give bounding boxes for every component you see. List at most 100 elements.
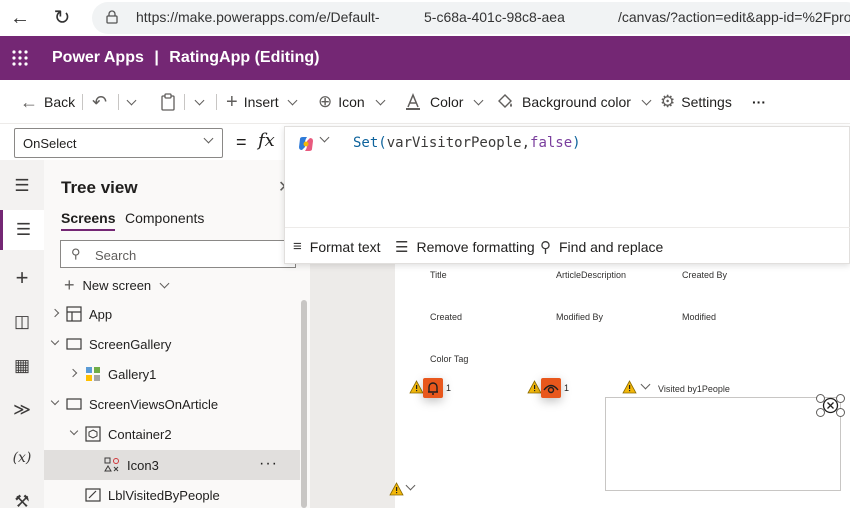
visited-by-label: Visited by1People [658,384,730,394]
background-color-button[interactable]: Background color [496,80,652,124]
chevron-down-icon [474,95,484,105]
paste-dropdown[interactable] [194,80,205,124]
app-header: Power Apps | RatingApp (Editing) [0,36,850,80]
find-replace-button[interactable]: ⚲ Find and replace [540,238,663,256]
tree-node-app[interactable]: App [44,299,300,329]
new-screen-label: New screen [82,278,152,293]
insert-button[interactable]: + Insert [226,80,298,124]
tree-node-screengallery[interactable]: ScreenGallery [44,329,300,359]
format-text-label: Format text [309,238,381,255]
screen-icon [66,398,82,410]
font-color-icon [406,93,420,110]
back-button[interactable]: ← Back [20,80,75,124]
chevron-right-icon[interactable] [68,368,78,378]
chevron-down-icon [159,278,170,289]
icon-control-icon [104,457,119,472]
media-icon[interactable]: ▦ [0,346,44,386]
container-icon [85,426,101,442]
field-label: Modified [682,312,717,322]
tree-node-lblvisitedbypeople[interactable]: LblVisitedByPeople [44,480,300,510]
warning-icon[interactable] [622,380,637,394]
tree-node-label: Icon3 [127,458,159,473]
copilot-icon[interactable] [297,135,315,153]
chevron-down-icon [641,95,652,105]
chevron-right-icon[interactable] [50,308,60,318]
format-text-button[interactable]: ≡ Format text [293,238,381,255]
property-value: OnSelect [23,136,77,151]
tree-node-label: App [89,307,113,322]
view-eye-icon[interactable] [541,378,561,398]
fx-icon[interactable]: fx [258,130,275,151]
screen-icon [66,338,82,350]
icon-button[interactable]: ⊕ Icon [318,80,386,124]
count-label: 1 [564,383,570,393]
tree-node-icon3[interactable]: Icon3 ··· [44,450,300,480]
format-lines-icon: ≡ [293,238,302,255]
tree-node-label: Gallery1 [108,367,157,382]
remove-formatting-label: Remove formatting [416,239,535,255]
undo-button[interactable]: ↶ [92,80,113,124]
app-launcher-icon[interactable] [12,50,28,66]
field-label: Color Tag [430,354,469,364]
field-label: Created By [682,270,728,280]
color-label: Color [430,94,464,110]
address-bar[interactable]: https://make.powerapps.com/e/Default- 5-… [92,2,850,34]
variables-icon[interactable]: (x) [0,438,44,478]
app-title: Power Apps | RatingApp (Editing) [52,49,319,67]
more-label: ··· [752,94,766,110]
remove-formatting-button[interactable]: ☰ Remove formatting [395,238,535,256]
code-value: false [530,135,573,151]
popup-container[interactable] [605,397,841,491]
insert-label: Insert [243,94,279,110]
url-text-middle: 5-c68a-401c-98c8-aea [424,9,565,25]
power-automate-icon[interactable]: ≫ [0,390,44,430]
chevron-down-icon [126,95,137,105]
browser-back-icon[interactable]: ← [8,6,32,30]
gallery-icon [86,367,100,381]
label-icon [85,488,101,502]
divider [184,94,185,110]
paste-button[interactable] [160,80,176,124]
color-button[interactable]: Color [404,80,484,124]
chevron-down-icon[interactable] [319,132,330,143]
field-label: Modified By [556,312,604,322]
lock-icon [106,10,118,24]
tree-node-gallery1[interactable]: Gallery1 [44,359,300,389]
tree-node-label: ScreenViewsOnArticle [89,397,219,412]
close-circle-icon[interactable] [822,397,839,414]
field-label: Created [430,312,463,322]
chevron-down-icon [375,95,386,105]
insert-plus-icon[interactable]: + [0,258,44,298]
warning-icon[interactable] [389,482,404,496]
data-cylinder-icon[interactable]: ◫ [0,302,44,342]
formula-code[interactable]: Set(varVisitorPeople,false) [353,135,581,151]
node-more-options-button[interactable]: ··· [259,455,278,473]
browser-refresh-icon[interactable]: ↻ [50,6,74,30]
undo-icon: ↶ [92,91,108,112]
tree-node-screenviewsonarticle[interactable]: ScreenViewsOnArticle [44,389,300,419]
tree-node-container2[interactable]: Container2 [44,419,300,449]
warning-icon[interactable] [527,380,542,394]
chevron-down-icon[interactable] [50,396,60,406]
gear-icon: ⚙ [660,92,676,111]
more-commands-button[interactable]: ··· [752,80,766,124]
settings-button[interactable]: ⚙ Settings [660,80,732,124]
code-function: Set( [353,135,387,151]
formula-editor[interactable]: Set(varVisitorPeople,false) ≡ Format tex… [284,126,850,264]
chevron-down-icon [287,95,298,105]
chevron-down-icon [194,95,205,105]
code-close: ) [572,135,581,151]
product-name: Power Apps [52,49,144,66]
new-screen-button[interactable]: + New screen [64,275,170,296]
field-label: Title [430,270,447,280]
chevron-down-icon[interactable] [69,426,79,436]
property-dropdown[interactable]: OnSelect [14,128,223,158]
warning-icon[interactable] [409,380,424,394]
tree-scrollbar[interactable] [301,300,307,508]
redo-dropdown[interactable] [126,80,137,124]
command-bar: ← Back ↶ + Insert ⊕ Icon Color Backgroun… [0,80,850,124]
back-arrow-icon: ← [20,91,38,112]
bell-icon[interactable] [423,378,443,398]
advanced-tools-icon[interactable]: ⚒ [0,482,44,522]
chevron-down-icon[interactable] [50,336,60,346]
